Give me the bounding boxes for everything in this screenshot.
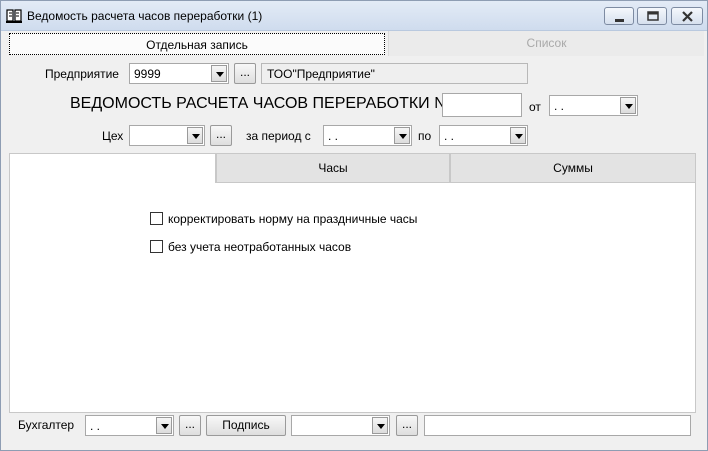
sign-button[interactable]: Подпись: [206, 415, 286, 436]
main-window: Ведомость расчета часов переработки (1) …: [0, 0, 708, 451]
department-combo[interactable]: [129, 125, 205, 146]
chevron-down-icon[interactable]: [187, 127, 203, 144]
form-body: Отдельная запись Список Предприятие 9999…: [1, 31, 707, 450]
tab-list[interactable]: Список: [388, 31, 704, 56]
inner-tab-panel: Часы Суммы корректировать норму на празд…: [9, 153, 696, 413]
tab-content: корректировать норму на праздничные часы…: [9, 182, 696, 413]
department-browse-button[interactable]: ...: [210, 125, 232, 146]
title-bar[interactable]: Ведомость расчета часов переработки (1): [1, 1, 707, 31]
accountant-date-value: . .: [90, 419, 101, 433]
minimize-icon: [615, 19, 624, 22]
chevron-down-icon[interactable]: [211, 65, 227, 82]
adjust-norm-label[interactable]: корректировать норму на праздничные часы: [168, 212, 417, 226]
tab-general[interactable]: [9, 153, 216, 183]
chevron-down-icon[interactable]: [510, 127, 526, 144]
accountant-date-combo[interactable]: . .: [85, 415, 174, 436]
chevron-down-icon[interactable]: [156, 417, 172, 434]
exclude-unworked-checkbox[interactable]: [150, 240, 163, 253]
maximize-icon: [647, 11, 659, 21]
statement-date-combo[interactable]: . .: [549, 95, 638, 116]
statement-number-input[interactable]: [442, 93, 522, 117]
period-to-combo[interactable]: . .: [439, 125, 528, 146]
enterprise-name-value: ТОО"Предприятие": [267, 67, 375, 81]
minimize-button[interactable]: [604, 7, 634, 25]
enterprise-code-value: 9999: [134, 67, 161, 81]
signer-browse-button[interactable]: ...: [396, 415, 418, 436]
date-from-label: от: [529, 100, 541, 114]
chevron-down-icon[interactable]: [372, 417, 388, 434]
close-button[interactable]: [671, 7, 703, 25]
exclude-unworked-label[interactable]: без учета неотработанных часов: [168, 240, 351, 254]
enterprise-code-combo[interactable]: 9999: [129, 63, 229, 84]
enterprise-name-field: ТОО"Предприятие": [261, 63, 528, 84]
maximize-button[interactable]: [637, 7, 667, 25]
period-to-label: по: [418, 129, 432, 143]
period-from-combo[interactable]: . .: [323, 125, 412, 146]
signer-combo[interactable]: [291, 415, 390, 436]
period-to-value: . .: [444, 129, 455, 143]
note-field[interactable]: [424, 415, 691, 436]
enterprise-browse-button[interactable]: ...: [234, 63, 256, 84]
window-title: Ведомость расчета часов переработки (1): [27, 9, 263, 23]
tab-hours[interactable]: Часы: [216, 153, 450, 182]
close-icon: [682, 11, 693, 22]
adjust-norm-checkbox[interactable]: [150, 212, 163, 225]
tab-single-record[interactable]: Отдельная запись: [9, 33, 385, 55]
chevron-down-icon[interactable]: [620, 97, 636, 114]
accountant-browse-button[interactable]: ...: [179, 415, 201, 436]
tab-sums[interactable]: Суммы: [450, 153, 696, 182]
statement-date-value: . .: [554, 99, 565, 113]
period-from-value: . .: [328, 129, 339, 143]
accountant-label: Бухгалтер: [18, 418, 75, 432]
enterprise-label: Предприятие: [45, 67, 119, 81]
department-label: Цех: [102, 129, 124, 143]
period-from-label: за период с: [246, 129, 311, 143]
statement-heading: ВЕДОМОСТЬ РАСЧЕТА ЧАСОВ ПЕРЕРАБОТКИ №: [70, 95, 452, 112]
book-icon: [6, 9, 22, 23]
chevron-down-icon[interactable]: [394, 127, 410, 144]
